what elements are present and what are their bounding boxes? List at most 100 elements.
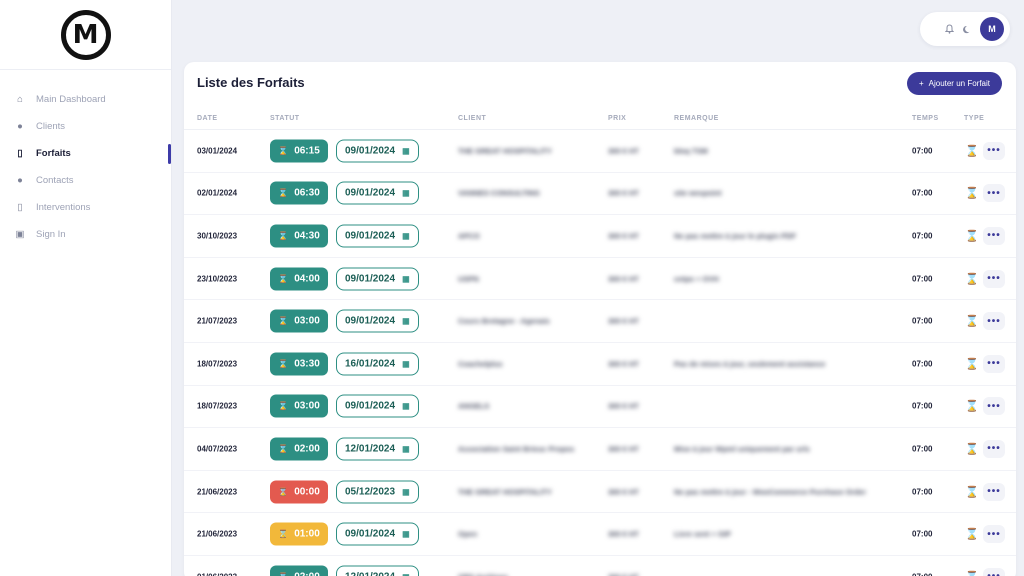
sidebar-item-main-dashboard[interactable]: ⌂ Main Dashboard	[0, 86, 171, 113]
hourglass-icon: ⌛	[965, 486, 979, 499]
more-options-button[interactable]: •••	[983, 141, 1005, 160]
sidebar-item-contacts[interactable]: ● Contacts	[0, 167, 171, 194]
status-badge[interactable]: ⌛ 04:30	[270, 224, 328, 248]
top-toolbar: M	[920, 12, 1010, 46]
more-options-button[interactable]: •••	[983, 567, 1005, 576]
more-options-button[interactable]: •••	[983, 482, 1005, 501]
hourglass-icon: ⌛	[965, 273, 979, 286]
due-date: 12/01/2024	[345, 571, 395, 576]
column-header-type[interactable]: TYPE	[964, 115, 984, 122]
avatar[interactable]: M	[980, 17, 1004, 41]
status-badge[interactable]: ⌛ 04:00	[270, 267, 328, 291]
sidebar-item-clients[interactable]: ● Clients	[0, 113, 171, 140]
due-date-pill[interactable]: 09/01/2024 ▦	[336, 181, 419, 205]
row-prix: 300 € HT	[608, 444, 639, 454]
row-client: Cours Bretagne - Agenais	[458, 316, 550, 326]
row-remarque: bloq TSM	[674, 146, 708, 156]
due-date-pill[interactable]: 09/01/2024 ▦	[336, 139, 419, 163]
column-header-client[interactable]: CLIENT	[458, 115, 486, 122]
column-header-remarque[interactable]: REMARQUE	[674, 115, 719, 122]
due-date-pill[interactable]: 16/01/2024 ▦	[336, 352, 419, 376]
status-badge[interactable]: ⌛ 02:00	[270, 565, 328, 576]
page-title: Liste des Forfaits	[197, 75, 305, 90]
calendar-icon: ▦	[402, 316, 410, 326]
row-remarque: Ne pas mettre à jour - WooCommerce Purch…	[674, 487, 867, 497]
status-time: 01:00	[294, 528, 320, 540]
calendar-icon: ▦	[402, 188, 410, 198]
moon-icon[interactable]	[962, 24, 972, 34]
calendar-icon: ▦	[402, 572, 410, 576]
hourglass-icon: ⌛	[965, 145, 979, 158]
row-prix: 300 € HT	[608, 231, 639, 241]
row-date: 21/06/2023	[197, 487, 238, 497]
status-time: 03:00	[294, 315, 320, 327]
status-badge[interactable]: ⌛ 00:00	[270, 480, 328, 504]
hourglass-icon: ⌛	[965, 400, 979, 413]
status-badge[interactable]: ⌛ 02:00	[270, 437, 328, 461]
due-date-pill[interactable]: 09/01/2024 ▦	[336, 394, 419, 418]
more-options-button[interactable]: •••	[983, 525, 1005, 544]
row-prix: 300 € HT	[608, 274, 639, 284]
due-date-pill[interactable]: 05/12/2023 ▦	[336, 480, 419, 504]
due-date: 05/12/2023	[345, 486, 396, 498]
sidebar-item-sign-in[interactable]: ▣ Sign In	[0, 221, 171, 248]
status-badge[interactable]: ⌛ 06:30	[270, 181, 328, 205]
due-date-pill[interactable]: 09/01/2024 ▦	[336, 309, 419, 333]
more-options-button[interactable]: •••	[983, 269, 1005, 288]
row-client: THE GREAT HOSPITALITY	[458, 487, 552, 497]
due-date-pill[interactable]: 09/01/2024 ▦	[336, 522, 419, 546]
column-header-date[interactable]: DATE	[197, 115, 218, 122]
hourglass-icon: ⌛	[278, 444, 289, 454]
more-options-button[interactable]: •••	[983, 397, 1005, 416]
lock-icon: ▣	[15, 229, 25, 240]
due-date-pill[interactable]: 09/01/2024 ▦	[336, 267, 419, 291]
row-remarque: Ne pas mettre à jour le plugin PDF	[674, 231, 797, 241]
sidebar-item-label: Main Dashboard	[36, 94, 106, 105]
row-prix: 300 € HT	[608, 487, 639, 497]
hourglass-icon: ⌛	[965, 443, 979, 456]
sidebar-item-interventions[interactable]: ▯ Interventions	[0, 194, 171, 221]
hourglass-icon: ⌛	[278, 401, 289, 411]
row-client: THE GREAT HOSPITALITY	[458, 146, 552, 156]
more-options-button[interactable]: •••	[983, 184, 1005, 203]
row-prix: 300 € HT	[608, 316, 639, 326]
due-date-pill[interactable]: 12/01/2024 ▦	[336, 565, 419, 576]
row-client: Coachelplus	[458, 359, 503, 369]
due-date: 09/01/2024	[345, 400, 396, 412]
calendar-icon: ▦	[402, 529, 410, 539]
hourglass-icon: ⌛	[278, 359, 289, 369]
more-options-button[interactable]: •••	[983, 439, 1005, 458]
status-time: 06:30	[294, 187, 320, 199]
due-date-pill[interactable]: 09/01/2024 ▦	[336, 224, 419, 248]
more-options-button[interactable]: •••	[983, 226, 1005, 245]
hourglass-icon: ⌛	[278, 188, 289, 198]
status-badge[interactable]: ⌛ 03:00	[270, 309, 328, 333]
more-options-button[interactable]: •••	[983, 354, 1005, 373]
row-remarque: site wespoint	[674, 188, 722, 198]
status-badge[interactable]: ⌛ 01:00	[270, 522, 328, 546]
logo[interactable]: M	[60, 9, 111, 60]
status-badge[interactable]: ⌛ 06:15	[270, 139, 328, 163]
column-header-statut[interactable]: STATUT	[270, 115, 300, 122]
row-date: 23/10/2023	[197, 274, 238, 284]
due-date-pill[interactable]: 12/01/2024 ▦	[336, 437, 419, 461]
hourglass-icon: ⌛	[278, 231, 289, 241]
more-options-button[interactable]: •••	[983, 312, 1005, 331]
row-temps: 07:00	[912, 487, 933, 497]
calendar-icon: ▦	[402, 359, 410, 369]
status-time: 04:00	[294, 273, 320, 285]
row-prix: 300 € HT	[608, 146, 639, 156]
column-header-temps[interactable]: TEMPS	[912, 115, 939, 122]
row-client: Open	[458, 529, 478, 539]
bell-icon[interactable]	[944, 24, 954, 34]
row-prix: 300 € HT	[608, 401, 639, 411]
row-prix: 300 € HT	[608, 359, 639, 369]
status-badge[interactable]: ⌛ 03:00	[270, 394, 328, 418]
row-prix: 300 € HT	[608, 529, 639, 539]
sidebar-item-forfaits[interactable]: ▯ Forfaits	[0, 140, 171, 167]
row-date: 21/07/2023	[197, 316, 238, 326]
status-badge[interactable]: ⌛ 03:30	[270, 352, 328, 376]
column-header-prix[interactable]: PRIX	[608, 115, 626, 122]
add-forfait-button[interactable]: + Ajouter un Forfait	[906, 72, 1002, 95]
row-remarque: cetpo + OVH	[674, 274, 719, 284]
